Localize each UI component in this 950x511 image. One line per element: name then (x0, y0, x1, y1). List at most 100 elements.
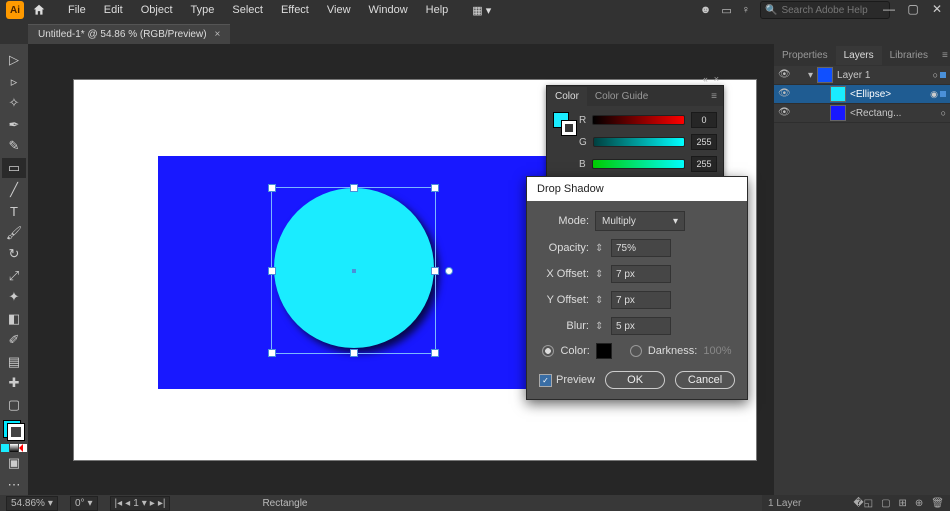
delete-layer-icon[interactable]: 🗑 (931, 498, 944, 509)
color-radio[interactable] (542, 345, 554, 357)
menu-view[interactable]: View (319, 2, 359, 18)
rotate-tool-icon[interactable]: ↻ (2, 244, 26, 265)
layer-name[interactable]: Layer 1 (837, 70, 870, 81)
create-sublayer-icon[interactable]: ⊞ (899, 498, 907, 509)
tab-color-guide[interactable]: Color Guide (587, 87, 656, 106)
arrange-icon[interactable]: ▭ (721, 4, 731, 17)
target-icon[interactable]: ◉ (930, 89, 938, 100)
document-tab[interactable]: Untitled-1* @ 54.86 % (RGB/Preview) × (28, 24, 230, 44)
disclosure-icon[interactable]: ▾ (808, 70, 813, 81)
shape-builder-tool-icon[interactable]: ✚ (2, 373, 26, 394)
target-icon[interactable]: ○ (933, 70, 938, 80)
curvature-tool-icon[interactable]: ✎ (2, 136, 26, 157)
magic-wand-tool-icon[interactable]: ✧ (2, 93, 26, 114)
locate-object-icon[interactable]: �◱ (853, 498, 873, 509)
edit-toolbar-icon[interactable]: ⋯ (2, 474, 26, 495)
ok-button[interactable]: OK (605, 371, 665, 389)
tab-layers[interactable]: Layers (836, 46, 882, 65)
gradient-tool-icon[interactable]: ▤ (2, 352, 26, 373)
r-slider[interactable] (592, 115, 685, 125)
visibility-icon[interactable]: 👁 (778, 69, 790, 81)
menu-type[interactable]: Type (183, 2, 223, 18)
handle-ne[interactable] (431, 184, 439, 192)
b-slider[interactable] (592, 159, 685, 169)
stepper-icon[interactable]: ⇕ (595, 295, 605, 306)
stepper-icon[interactable]: ⇕ (595, 321, 605, 332)
help-search-input[interactable]: 🔍 Search Adobe Help (760, 1, 890, 19)
opacity-input[interactable]: 75% (611, 239, 671, 257)
layer-row[interactable]: 👁 <Ellipse> ◉ (774, 85, 950, 104)
artboard-nav[interactable]: |◂◂1▾▸▸| (110, 496, 171, 511)
xoffset-input[interactable]: 7 px (611, 265, 671, 283)
g-value[interactable]: 255 (691, 134, 717, 150)
handle-rotate[interactable] (445, 267, 453, 275)
screen-mode-icon[interactable]: ▣ (2, 453, 26, 474)
menu-effect[interactable]: Effect (273, 2, 317, 18)
visibility-icon[interactable]: 👁 (778, 88, 790, 100)
menu-object[interactable]: Object (133, 2, 181, 18)
menu-select[interactable]: Select (224, 2, 271, 18)
handle-e[interactable] (431, 267, 439, 275)
home-icon[interactable] (30, 1, 48, 19)
handle-sw[interactable] (268, 349, 276, 357)
shadow-color-swatch[interactable] (596, 343, 612, 359)
yoffset-input[interactable]: 7 px (611, 291, 671, 309)
target-icon[interactable]: ○ (941, 108, 946, 118)
pen-tool-icon[interactable]: ✒ (2, 115, 26, 136)
new-layer-icon[interactable]: ⊕ (915, 498, 923, 509)
layer-row[interactable]: 👁 <Rectang... ○ (774, 104, 950, 123)
line-tool-icon[interactable]: ╱ (2, 179, 26, 200)
scale-tool-icon[interactable]: ⤢ (2, 265, 26, 286)
g-slider[interactable] (593, 137, 685, 147)
blur-input[interactable]: 5 px (611, 317, 671, 335)
menu-edit[interactable]: Edit (96, 2, 131, 18)
layer-name[interactable]: <Ellipse> (850, 89, 891, 100)
tab-color[interactable]: Color (547, 87, 587, 106)
selection-tool-icon[interactable]: ▷ (2, 50, 26, 71)
tab-libraries[interactable]: Libraries (882, 46, 936, 65)
paintbrush-tool-icon[interactable]: 🖌 (2, 222, 26, 243)
layer-row[interactable]: 👁 ▾ Layer 1 ○ (774, 66, 950, 85)
menu-file[interactable]: File (60, 2, 94, 18)
eraser-tool-icon[interactable]: ◧ (2, 309, 26, 330)
zoom-field[interactable]: 54.86%▾ (6, 496, 58, 511)
make-clipping-mask-icon[interactable]: ▢ (881, 498, 890, 509)
bulb-icon[interactable]: ♀ (742, 4, 750, 16)
tab-properties[interactable]: Properties (774, 46, 836, 65)
handle-nw[interactable] (268, 184, 276, 192)
minimize-icon[interactable]: — (882, 2, 896, 16)
panel-menu-icon[interactable]: ≡ (705, 91, 723, 102)
fill-stroke-swatch[interactable] (3, 420, 25, 441)
r-value[interactable]: 0 (691, 112, 717, 128)
visibility-icon[interactable]: 👁 (778, 107, 790, 119)
handle-n[interactable] (350, 184, 358, 192)
close-icon[interactable]: ✕ (930, 2, 944, 16)
eyedropper-tool-icon[interactable]: ✐ (2, 330, 26, 351)
handle-se[interactable] (431, 349, 439, 357)
menu-window[interactable]: Window (361, 2, 416, 18)
mode-select[interactable]: Multiply▾ (595, 211, 685, 231)
artboard-tool-icon[interactable]: ▢ (2, 395, 26, 416)
workspace-switcher-icon[interactable]: ▦ ▾ (464, 2, 499, 19)
color-mode-icons[interactable] (1, 444, 27, 452)
menu-help[interactable]: Help (418, 2, 457, 18)
user-icon[interactable]: ☻ (700, 4, 712, 16)
handle-s[interactable] (350, 349, 358, 357)
direct-selection-tool-icon[interactable]: ▹ (2, 72, 26, 93)
stepper-icon[interactable]: ⇕ (595, 243, 605, 254)
panel-collapse-icon[interactable]: « (703, 74, 708, 84)
close-tab-icon[interactable]: × (215, 29, 221, 40)
handle-w[interactable] (268, 267, 276, 275)
layer-name[interactable]: <Rectang... (850, 108, 901, 119)
stepper-icon[interactable]: ⇕ (595, 269, 605, 280)
stroke-swatch[interactable] (7, 423, 25, 441)
panel-close-icon[interactable]: × (714, 74, 719, 84)
maximize-icon[interactable]: ▢ (906, 2, 920, 16)
panel-menu-icon[interactable]: ≡ (936, 50, 950, 61)
preview-checkbox[interactable]: ✓ Preview (539, 374, 595, 387)
rectangle-tool-icon[interactable]: ▭ (2, 158, 26, 179)
rotate-field[interactable]: 0°▾ (70, 496, 98, 511)
panel-fill-stroke-swatch[interactable] (553, 112, 571, 130)
b-value[interactable]: 255 (691, 156, 717, 172)
cancel-button[interactable]: Cancel (675, 371, 735, 389)
